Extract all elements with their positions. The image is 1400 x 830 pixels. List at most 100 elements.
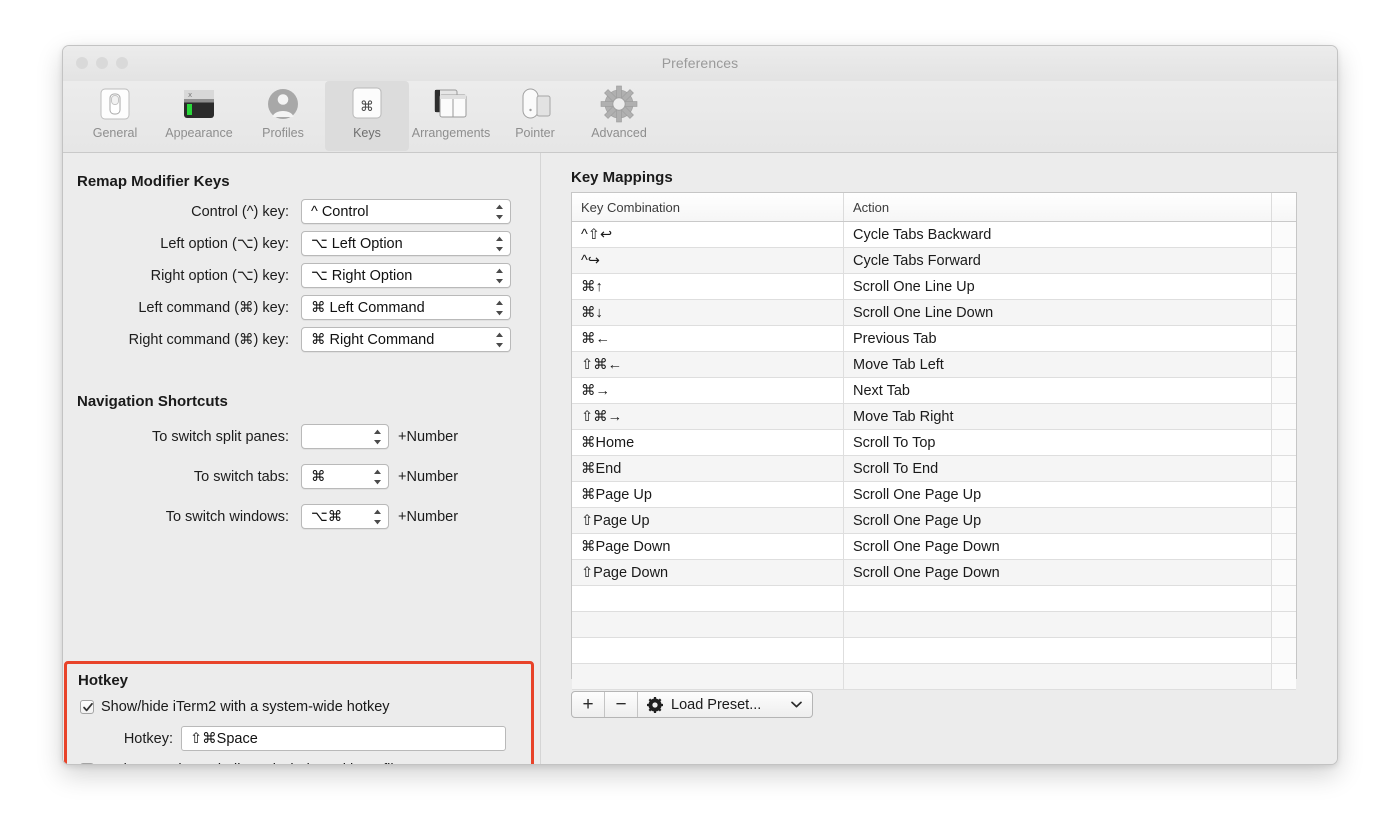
key-mapping-row[interactable]: ⌘Page DownScroll One Page Down bbox=[572, 534, 1296, 560]
remap-row-select[interactable]: ⌘ Left Command bbox=[301, 295, 511, 320]
toolbar-tab-profiles[interactable]: Profiles bbox=[241, 81, 325, 151]
toolbar-tab-label: Keys bbox=[353, 126, 381, 140]
remap-row-select[interactable]: ^ Control bbox=[301, 199, 511, 224]
key-mapping-row[interactable]: ⌘Page UpScroll One Page Up bbox=[572, 482, 1296, 508]
toolbar-tab-arrangements[interactable]: Arrangements bbox=[409, 81, 493, 151]
column-header-key-combination[interactable]: Key Combination bbox=[572, 193, 844, 221]
action-cell: Move Tab Left bbox=[844, 352, 1272, 377]
svg-text:x: x bbox=[188, 91, 192, 99]
key-mapping-row[interactable]: ⌘EndScroll To End bbox=[572, 456, 1296, 482]
remap-row-value: ⌘ Right Command bbox=[311, 332, 434, 348]
toolbar-tab-label: Arrangements bbox=[412, 126, 491, 140]
row-spacer-cell bbox=[1272, 222, 1296, 247]
key-combination-cell: ^↪ bbox=[572, 248, 844, 273]
action-cell: Scroll One Page Down bbox=[844, 534, 1272, 559]
key-mapping-row[interactable]: ⌘→Next Tab bbox=[572, 378, 1296, 404]
table-header-row: Key Combination Action bbox=[572, 193, 1296, 222]
key-mapping-row[interactable] bbox=[572, 638, 1296, 664]
arrangements-icon bbox=[431, 84, 471, 124]
load-preset-button[interactable]: Load Preset... bbox=[638, 692, 812, 717]
appearance-icon: x bbox=[179, 84, 219, 124]
preferences-window: Preferences General x Appearance Profile… bbox=[62, 45, 1338, 765]
key-mappings-footer-toolbar: + − bbox=[571, 691, 813, 718]
key-mapping-row[interactable]: ⇧Page UpScroll One Page Up bbox=[572, 508, 1296, 534]
key-mapping-row[interactable]: ⌘↓Scroll One Line Down bbox=[572, 300, 1296, 326]
remap-row: Right command (⌘) key: ⌘ Right Command bbox=[63, 327, 533, 352]
navigation-row: To switch windows: ⌥⌘ +Number bbox=[63, 504, 533, 529]
screenshot-root: Preferences General x Appearance Profile… bbox=[0, 0, 1400, 830]
hotkey-dedicated-label: Hotkey toggles a dedicated window with p… bbox=[101, 762, 406, 765]
navigation-row-label: To switch tabs: bbox=[63, 469, 289, 485]
key-mapping-row[interactable]: ⌘←Previous Tab bbox=[572, 326, 1296, 352]
key-mapping-row[interactable] bbox=[572, 612, 1296, 638]
column-header-action[interactable]: Action bbox=[844, 193, 1272, 221]
toolbar-tab-label: Pointer bbox=[515, 126, 555, 140]
action-cell: Cycle Tabs Backward bbox=[844, 222, 1272, 247]
action-cell: Scroll One Page Up bbox=[844, 508, 1272, 533]
navigation-row-select[interactable]: ⌘ bbox=[301, 464, 389, 489]
remap-rows: Control (^) key:^ ControlLeft option (⌥)… bbox=[63, 199, 533, 359]
column-header-spacer bbox=[1272, 193, 1296, 221]
action-cell bbox=[844, 638, 1272, 663]
navigation-row-label: To switch windows: bbox=[63, 509, 289, 525]
row-spacer-cell bbox=[1272, 430, 1296, 455]
window-title: Preferences bbox=[63, 55, 1337, 71]
remap-row: Left option (⌥) key:⌥ Left Option bbox=[63, 231, 533, 256]
remap-row-value: ⌘ Left Command bbox=[311, 300, 425, 316]
key-mapping-row[interactable] bbox=[572, 586, 1296, 612]
remap-row-label: Right command (⌘) key: bbox=[63, 332, 289, 348]
toolbar-tab-pointer[interactable]: Pointer bbox=[493, 81, 577, 151]
appearance-icon-wrap: x bbox=[177, 83, 221, 125]
key-combination-cell: ⌘Page Down bbox=[572, 534, 844, 559]
pointer-icon-wrap bbox=[513, 83, 557, 125]
remap-row-select[interactable]: ⌘ Right Command bbox=[301, 327, 511, 352]
remap-row-label: Left command (⌘) key: bbox=[63, 300, 289, 316]
hotkey-enable-checkbox-row[interactable]: Show/hide iTerm2 with a system-wide hotk… bbox=[80, 699, 390, 715]
hotkey-input[interactable]: ⇧⌘Space bbox=[181, 726, 506, 751]
key-combination-cell: ⇧⌘← bbox=[572, 352, 844, 377]
row-spacer-cell bbox=[1272, 664, 1296, 689]
keys-icon-wrap: ⌘ bbox=[345, 83, 389, 125]
keys-icon: ⌘ bbox=[347, 84, 387, 124]
navigation-row-label: To switch split panes: bbox=[63, 429, 289, 445]
key-mapping-row[interactable]: ⌘HomeScroll To Top bbox=[572, 430, 1296, 456]
key-mapping-row[interactable]: ^⇧↩Cycle Tabs Backward bbox=[572, 222, 1296, 248]
navigation-section-title: Navigation Shortcuts bbox=[77, 393, 228, 410]
toolbar-tab-appearance[interactable]: x Appearance bbox=[157, 81, 241, 151]
key-mapping-row[interactable]: ^↪Cycle Tabs Forward bbox=[572, 248, 1296, 274]
row-spacer-cell bbox=[1272, 560, 1296, 585]
action-cell: Scroll To Top bbox=[844, 430, 1272, 455]
gear-icon bbox=[647, 697, 663, 713]
remap-row-label: Right option (⌥) key: bbox=[63, 268, 289, 284]
toolbar-tab-general[interactable]: General bbox=[73, 81, 157, 151]
key-mapping-row[interactable]: ⇧⌘→Move Tab Right bbox=[572, 404, 1296, 430]
action-cell: Scroll One Page Up bbox=[844, 482, 1272, 507]
chevron-updown-icon bbox=[495, 268, 504, 284]
toolbar-tab-advanced[interactable]: Advanced bbox=[577, 81, 661, 151]
chevron-down-icon bbox=[791, 701, 802, 708]
remap-row-select[interactable]: ⌥ Left Option bbox=[301, 231, 511, 256]
navigation-row-select[interactable]: ⌥⌘ bbox=[301, 504, 389, 529]
hotkey-enable-checkbox[interactable] bbox=[80, 700, 94, 714]
hotkey-dedicated-checkbox-row[interactable]: Hotkey toggles a dedicated window with p… bbox=[80, 762, 406, 765]
profiles-icon-wrap bbox=[261, 83, 305, 125]
key-mapping-row[interactable]: ⌘↑Scroll One Line Up bbox=[572, 274, 1296, 300]
navigation-row-suffix: +Number bbox=[398, 469, 458, 485]
key-combination-cell bbox=[572, 586, 844, 611]
toolbar-tab-keys[interactable]: ⌘ Keys bbox=[325, 81, 409, 151]
remove-mapping-button[interactable]: − bbox=[605, 692, 638, 717]
hotkey-enable-label: Show/hide iTerm2 with a system-wide hotk… bbox=[101, 699, 390, 715]
navigation-row-suffix: +Number bbox=[398, 509, 458, 525]
key-mapping-row[interactable]: ⇧Page DownScroll One Page Down bbox=[572, 560, 1296, 586]
navigation-row-value: ⌥⌘ bbox=[311, 509, 342, 525]
preferences-body: Remap Modifier Keys Control (^) key:^ Co… bbox=[63, 153, 1337, 765]
navigation-row-select[interactable] bbox=[301, 424, 389, 449]
key-combination-cell: ⌘↓ bbox=[572, 300, 844, 325]
remap-row-select[interactable]: ⌥ Right Option bbox=[301, 263, 511, 288]
hotkey-dedicated-checkbox[interactable] bbox=[80, 763, 94, 765]
key-combination-cell bbox=[572, 638, 844, 663]
action-cell: Cycle Tabs Forward bbox=[844, 248, 1272, 273]
key-mapping-row[interactable]: ⇧⌘←Move Tab Left bbox=[572, 352, 1296, 378]
key-mapping-row[interactable] bbox=[572, 664, 1296, 690]
add-mapping-button[interactable]: + bbox=[572, 692, 605, 717]
